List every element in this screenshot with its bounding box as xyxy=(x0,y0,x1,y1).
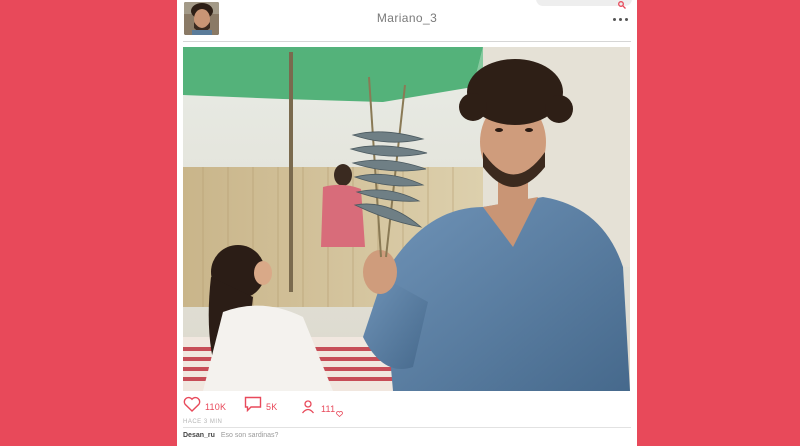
post-header: Mariano_3 xyxy=(177,0,637,42)
heart-icon[interactable] xyxy=(183,396,201,417)
comment-text: Eso son sardinas? xyxy=(220,432,279,439)
post-actions: 110K 5K 111 xyxy=(183,396,623,418)
post-time: HACE 3 MIN xyxy=(183,419,223,425)
more-icon[interactable] xyxy=(613,13,629,25)
follower-heart-icon[interactable] xyxy=(301,399,317,420)
followers-count: 111 xyxy=(321,404,336,414)
comment-action[interactable]: 5K xyxy=(244,396,277,417)
comment-author[interactable]: Desan_ru xyxy=(183,432,215,439)
comments-count: 5K xyxy=(266,401,278,412)
post-photo[interactable] xyxy=(183,47,630,391)
likes-count: 110K xyxy=(205,401,227,412)
comment-item: Desan_ru Eso son sardinas? xyxy=(183,432,278,439)
header-divider xyxy=(183,41,631,42)
small-heart-icon xyxy=(336,404,344,422)
comments-divider xyxy=(183,427,631,428)
followers-action[interactable]: 111 xyxy=(301,396,344,422)
username[interactable]: Mariano_3 xyxy=(177,11,637,25)
comment-icon[interactable] xyxy=(244,396,262,417)
post-card: Mariano_3 110K 5K 111 HACE 3 MIN Desan_r… xyxy=(177,0,637,446)
like-action[interactable]: 110K xyxy=(183,396,226,417)
